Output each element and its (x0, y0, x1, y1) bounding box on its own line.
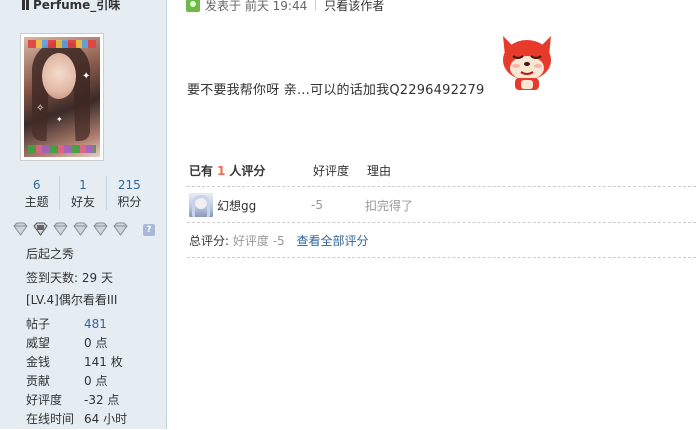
author-avatar[interactable]: ✦ ✧ ✦ (20, 33, 104, 161)
post-time: 发表于 前天 19:44 (205, 0, 308, 13)
online-status-icon (186, 0, 200, 12)
info-label: 贡献 (26, 374, 51, 388)
rating-reason: 扣完得了 (365, 198, 414, 213)
author-username[interactable]: Perfume_引味 (22, 0, 120, 13)
rating-total-value: 好评度 -5 (232, 234, 285, 248)
author-stats: 6 主题 1 好友 215 积分 (14, 176, 152, 210)
post-content: 要不要我帮你呀 亲…可以的话加我Q2296492279 (187, 83, 485, 98)
rating-col-score: 好评度 (313, 164, 350, 178)
info-value: -32 点 (84, 393, 120, 407)
stat-friends[interactable]: 1 好友 (60, 176, 107, 210)
info-row-prestige: 威望 0 点 (26, 335, 127, 354)
stat-friends-value[interactable]: 1 (60, 176, 105, 194)
author-signin-days: 签到天数: 29 天 (26, 271, 113, 285)
view-all-ratings-link[interactable]: 查看全部评分 (296, 234, 368, 248)
info-label: 在线时间 (26, 412, 75, 426)
rating-count: 已有 1 人评分 (189, 164, 266, 178)
info-label: 威望 (26, 336, 51, 350)
info-label: 帖子 (26, 317, 51, 331)
star-decoration-icon: ✦ (82, 71, 91, 82)
author-level[interactable]: [LV.4]偶尔看看III (26, 292, 117, 308)
help-icon[interactable]: ? (143, 224, 155, 236)
info-value: 0 点 (84, 336, 108, 350)
stat-friends-label: 好友 (70, 195, 95, 209)
author-username-text[interactable]: Perfume_引味 (33, 0, 120, 12)
info-row-contribution: 贡献 0 点 (26, 373, 127, 392)
divider (187, 257, 696, 258)
divider (187, 186, 696, 187)
rater-avatar[interactable] (189, 193, 213, 217)
info-value: 141 枚 (84, 355, 123, 369)
stat-topics-value[interactable]: 6 (14, 176, 59, 194)
author-info-list: 帖子 481 威望 0 点 金钱 141 枚 贡献 0 点 好评度 -32 点 在线时间 6… (26, 316, 127, 430)
info-label: 金钱 (26, 355, 51, 369)
post-header: 发表于 前天 19:44 只看该作者 (186, 0, 384, 14)
info-label: 好评度 (26, 393, 63, 407)
diamond-medal-icon[interactable] (12, 222, 29, 236)
info-row-rating: 好评度 -32 点 (26, 392, 127, 411)
star-decoration-icon: ✦ (56, 115, 63, 124)
rating-count-number: 1 (217, 164, 226, 178)
rating-header: 已有 1 人评分 好评度 理由 (189, 162, 391, 179)
diamond-medal-icon[interactable] (52, 222, 69, 236)
stat-points-value[interactable]: 215 (107, 176, 152, 194)
stat-topics-label: 主题 (24, 195, 49, 209)
diamond-medal-icon[interactable] (72, 222, 89, 236)
gift-medal-icon[interactable] (32, 222, 49, 236)
info-value: 64 小时 (84, 412, 128, 426)
rating-total-label: 总评分: (189, 234, 230, 248)
info-row-online-time: 在线时间 64 小时 (26, 411, 127, 430)
only-author-link[interactable]: 只看该作者 (324, 0, 384, 14)
stat-points-label: 积分 (117, 195, 142, 209)
info-value: 0 点 (84, 374, 108, 388)
author-sidebar: Perfume_引味 ✦ ✧ ✦ 6 主题 1 好友 215 积分 ? 后起之秀… (0, 0, 167, 429)
info-row-posts: 帖子 481 (26, 316, 127, 335)
diamond-medal-icon[interactable] (92, 222, 109, 236)
medal-list (12, 222, 129, 236)
info-row-money: 金钱 141 枚 (26, 354, 127, 373)
rating-score-value: -5 (311, 198, 323, 212)
rating-total: 总评分: 好评度 -5 查看全部评分 (189, 232, 369, 249)
rating-col-reason: 理由 (367, 164, 392, 178)
diamond-medal-icon[interactable] (112, 222, 129, 236)
stat-topics[interactable]: 6 主题 (14, 176, 61, 210)
author-rank-title[interactable]: 后起之秀 (26, 246, 74, 262)
fox-emoticon-icon (503, 36, 551, 90)
stat-points[interactable]: 215 积分 (107, 176, 152, 210)
star-decoration-icon: ✧ (36, 103, 45, 114)
avatar-image[interactable]: ✦ ✧ ✦ (24, 37, 100, 157)
divider (315, 0, 317, 11)
info-value-posts[interactable]: 481 (84, 316, 107, 335)
divider (187, 222, 696, 223)
rating-row: 幻想gg -5 扣完得了 (189, 193, 413, 217)
rater-username-link[interactable]: 幻想gg (217, 197, 311, 214)
